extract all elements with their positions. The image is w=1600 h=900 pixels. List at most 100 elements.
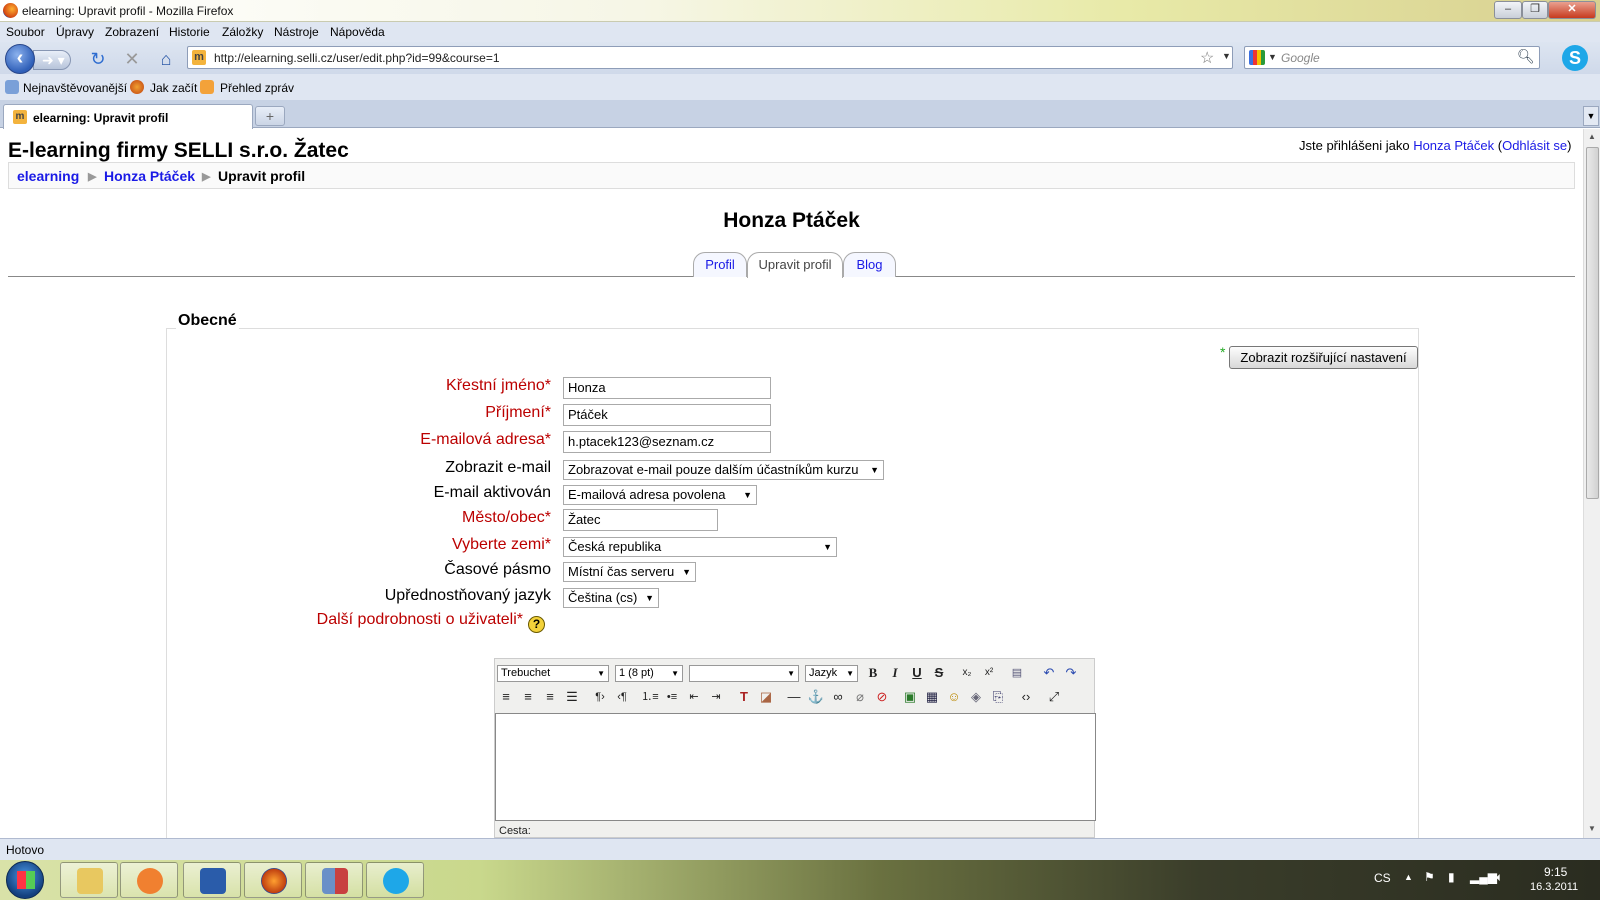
taskbar-skype[interactable]: [366, 862, 424, 898]
back-button[interactable]: ‹: [5, 44, 35, 74]
skype-icon[interactable]: S: [1562, 45, 1588, 71]
breadcrumb-user[interactable]: Honza Ptáček: [104, 168, 195, 184]
tab-profile[interactable]: Profil: [693, 252, 747, 277]
close-button[interactable]: ✕: [1548, 1, 1596, 19]
help-icon[interactable]: ?: [528, 616, 545, 633]
new-tab-button[interactable]: +: [255, 106, 285, 126]
text-color-icon[interactable]: T: [735, 688, 753, 706]
maximize-button[interactable]: ❐: [1522, 1, 1548, 19]
align-left-icon[interactable]: ≡: [497, 688, 515, 706]
network-icon[interactable]: ▂▄▆: [1470, 870, 1497, 884]
background-color-icon[interactable]: ◪: [757, 688, 775, 706]
minimize-button[interactable]: –: [1494, 1, 1522, 19]
maildisplay-select[interactable]: Zobrazovat e-mail pouze dalším účastníků…: [563, 460, 884, 480]
address-bar[interactable]: m http://elearning.selli.cz/user/edit.ph…: [187, 46, 1233, 69]
align-center-icon[interactable]: ≡: [519, 688, 537, 706]
table-icon[interactable]: ▦: [923, 688, 941, 706]
country-select[interactable]: Česká republika ▼: [563, 537, 837, 557]
search-engine-icon[interactable]: [1249, 50, 1265, 65]
show-hidden-icons-icon[interactable]: ▲: [1404, 872, 1413, 882]
unordered-list-icon[interactable]: •≡: [663, 688, 681, 706]
search-replace-icon[interactable]: ⎘: [989, 688, 1007, 706]
smiley-icon[interactable]: ☺: [945, 688, 963, 706]
strikethrough-icon[interactable]: S: [930, 664, 948, 682]
taskbar-word[interactable]: [183, 862, 241, 898]
font-size-select[interactable]: 1 (8 pt) ▼: [615, 665, 683, 682]
browser-tab[interactable]: m elearning: Upravit profil: [3, 104, 253, 129]
menu-file[interactable]: Soubor: [6, 25, 45, 39]
taskbar-firefox[interactable]: [244, 862, 302, 898]
editor-textarea[interactable]: [495, 713, 1096, 821]
search-box[interactable]: ▼ Google 🔍︎: [1244, 46, 1540, 69]
language-select[interactable]: Čeština (cs) ▼: [563, 588, 659, 608]
rtl-icon[interactable]: ‹¶: [613, 688, 631, 706]
search-icon[interactable]: 🔍︎: [1517, 48, 1535, 65]
lastname-input[interactable]: Ptáček: [563, 404, 771, 426]
tab-edit-profile[interactable]: Upravit profil: [747, 252, 843, 278]
bold-icon[interactable]: B: [864, 664, 882, 682]
stop-icon[interactable]: ✕: [121, 49, 143, 69]
taskbar-explorer[interactable]: [60, 862, 118, 898]
city-input[interactable]: Žatec: [563, 509, 718, 531]
tab-blog[interactable]: Blog: [843, 252, 896, 277]
horizontal-rule-icon[interactable]: —: [785, 688, 803, 706]
ltr-icon[interactable]: ¶›: [591, 688, 609, 706]
menu-view[interactable]: Zobrazení: [105, 25, 159, 39]
clock-time[interactable]: 9:15: [1544, 865, 1567, 879]
bookmark-most-visited[interactable]: Nejnavštěvovanější: [23, 81, 127, 95]
email-input[interactable]: h.ptacek123@seznam.cz: [563, 431, 771, 453]
font-family-select[interactable]: Trebuchet ▼: [497, 665, 609, 682]
menu-history[interactable]: Historie: [169, 25, 210, 39]
align-right-icon[interactable]: ≡: [541, 688, 559, 706]
html-source-icon[interactable]: ‹›: [1017, 688, 1035, 706]
forward-button[interactable]: ➜ ▾: [33, 50, 71, 70]
tab-list-button[interactable]: ▼: [1583, 106, 1599, 126]
subscript-icon[interactable]: x₂: [958, 664, 976, 682]
login-user-link[interactable]: Honza Ptáček: [1413, 138, 1494, 153]
scrollbar-thumb[interactable]: [1586, 147, 1599, 499]
menu-help[interactable]: Nápověda: [330, 25, 385, 39]
menu-edit[interactable]: Úpravy: [56, 25, 94, 39]
chevron-down-icon[interactable]: ▼: [1268, 52, 1277, 62]
redo-icon[interactable]: ↷: [1062, 664, 1080, 682]
firstname-input[interactable]: Honza: [563, 377, 771, 399]
timezone-select[interactable]: Místní čas serveru ▼: [563, 562, 696, 582]
clock-date[interactable]: 16.3.2011: [1530, 881, 1578, 893]
page-scrollbar[interactable]: ▲ ▼: [1583, 129, 1600, 838]
superscript-icon[interactable]: x²: [980, 664, 998, 682]
menu-bookmarks[interactable]: Záložky: [222, 25, 263, 39]
paste-word-icon[interactable]: ▤: [1008, 664, 1026, 682]
image-icon[interactable]: ▣: [901, 688, 919, 706]
scroll-down-icon[interactable]: ▼: [1588, 824, 1596, 833]
underline-icon[interactable]: U: [908, 664, 926, 682]
format-select[interactable]: ▼: [689, 665, 799, 682]
emailstop-select[interactable]: E-mailová adresa povolena ▼: [563, 485, 757, 505]
unlink-icon[interactable]: ⌀: [851, 688, 869, 706]
outdent-icon[interactable]: ⇤: [685, 688, 703, 706]
undo-icon[interactable]: ↶: [1040, 664, 1058, 682]
ordered-list-icon[interactable]: ⒈≡: [641, 688, 659, 706]
bookmark-news[interactable]: Přehled zpráv: [220, 81, 294, 95]
taskbar-app[interactable]: [305, 862, 363, 898]
power-icon[interactable]: ▮: [1448, 870, 1455, 884]
indent-icon[interactable]: ⇥: [707, 688, 725, 706]
breadcrumb-home[interactable]: elearning: [17, 168, 79, 184]
history-dropdown-icon[interactable]: ▼: [1222, 51, 1231, 61]
action-center-icon[interactable]: ⚑: [1424, 870, 1435, 884]
reload-icon[interactable]: ↻: [87, 49, 109, 69]
logout-link[interactable]: Odhlásit se: [1502, 138, 1567, 153]
nolink-icon[interactable]: ⊘: [873, 688, 891, 706]
menu-tools[interactable]: Nástroje: [274, 25, 319, 39]
scroll-up-icon[interactable]: ▲: [1588, 132, 1596, 141]
volume-icon[interactable]: 🔈︎: [1496, 870, 1503, 885]
show-advanced-button[interactable]: Zobrazit rozšiřující nastavení: [1229, 346, 1418, 369]
justify-icon[interactable]: ☰: [563, 688, 581, 706]
home-icon[interactable]: ⌂: [155, 49, 177, 69]
special-char-icon[interactable]: ◈: [967, 688, 985, 706]
start-button[interactable]: [6, 861, 44, 899]
link-icon[interactable]: ∞: [829, 688, 847, 706]
taskbar-media-player[interactable]: [120, 862, 178, 898]
input-language[interactable]: CS: [1374, 871, 1391, 885]
italic-icon[interactable]: I: [886, 664, 904, 682]
bookmark-star-icon[interactable]: ☆: [1200, 48, 1214, 68]
